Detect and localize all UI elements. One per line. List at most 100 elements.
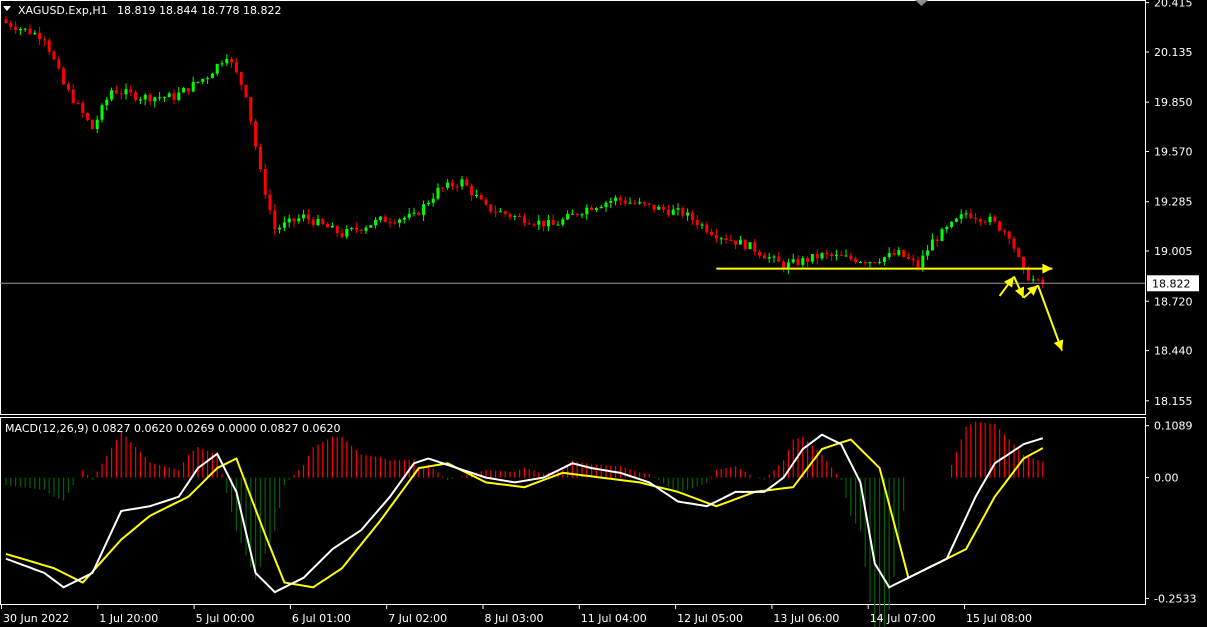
candle-body [767,257,771,259]
candle-body [844,255,848,257]
candle-body [306,214,310,220]
candle-body [422,204,426,216]
candle-body [335,225,339,234]
candle-body [604,202,608,207]
time-tick-label: 14 Jul 07:00 [870,612,936,625]
candle-body [954,218,958,222]
candle-body [854,258,858,263]
candle-body [258,146,262,170]
candle-body [465,179,469,186]
time-tick-label: 8 Jul 03:00 [485,612,544,625]
candle-body [81,103,85,114]
candle-body [191,81,195,92]
candle-body [350,227,354,229]
candle-body [1022,256,1026,269]
candle-body [561,219,565,225]
candle-body [1036,279,1040,281]
candle-body [570,213,574,215]
candle-body [690,212,694,220]
candle-body [479,195,483,200]
candle-body [594,208,598,211]
candle-body [119,93,123,95]
candle-body [537,220,541,225]
candle-body [738,239,742,245]
price-tick-label: 19.570 [1154,146,1193,159]
candle-body [100,105,104,120]
price-tick-label: 20.415 [1154,0,1193,10]
candle-body [590,207,594,211]
macd-label: MACD(12,26,9) 0.0827 0.0620 0.0269 0.000… [5,422,340,435]
candle-body [551,220,555,225]
candle-body [527,223,531,225]
candle-body [897,250,901,255]
candle-body [950,221,954,227]
candle-body [177,92,181,100]
candle-body [302,214,306,219]
candle-body [354,227,358,230]
candle-body [820,253,824,259]
candle-body [969,213,973,219]
candle-body [801,258,805,265]
annotations [716,263,1064,351]
price-tick-label: 18.155 [1154,395,1193,408]
candle-body [666,209,670,215]
candle-body [503,211,507,215]
price-tick-label: 18.440 [1154,345,1193,358]
candle-body [825,253,829,255]
macd-main-line [5,433,1044,594]
candle-body [95,119,99,130]
candle-body [431,198,435,203]
candle-body [172,93,176,100]
candle-body [158,97,162,99]
candle-body [930,239,934,251]
candle-body [33,32,37,35]
candle-body [849,255,853,259]
price-tick-label: 19.850 [1154,96,1193,109]
candle-body [791,259,795,263]
candle-body [671,209,675,215]
price-tick-label: 19.285 [1154,196,1193,209]
candle-body [134,92,138,100]
candle-body [417,212,421,216]
candle-body [935,239,939,241]
price-tick-label: 19.005 [1154,245,1193,258]
candle-body [474,195,478,197]
candle-body [206,78,210,80]
candle-body [14,26,18,31]
candle-body [4,19,8,23]
candle-body [580,214,584,216]
candle-body [522,216,526,224]
candle-body [407,213,411,218]
candle-body [585,207,589,215]
candle-body [398,219,402,223]
candle-body [278,227,282,230]
candle-body [614,197,618,201]
candle-body [508,214,512,217]
candle-body [959,214,963,219]
candle-body [52,51,56,60]
candle-body [345,228,349,237]
candle-body [638,202,642,204]
candle-body [316,218,320,226]
time-tick-label: 7 Jul 02:00 [388,612,447,625]
time-tick-label: 30 Jun 2022 [3,612,69,625]
scroll-marker-icon[interactable] [915,0,928,6]
candle-body [623,200,627,204]
symbol-menu-icon[interactable] [3,6,11,11]
candle-body [796,259,800,265]
chart-canvas[interactable]: 20.415 20.135 19.850 19.570 19.285 19.005 18.7… [0,0,1207,627]
candle-body [705,224,709,232]
candle-body [455,186,459,188]
candle-body [105,99,109,106]
candle-body [758,251,762,256]
candle-body [810,254,814,262]
candle-body [714,234,718,239]
candle-body [494,211,498,213]
annotation-arrowhead [1042,263,1053,274]
time-tick-label: 13 Jul 06:00 [773,612,839,625]
candle-body [273,210,277,230]
candle-body [906,256,910,259]
candle-body [806,258,810,262]
candle-body [446,182,450,188]
candle-body [249,97,253,122]
